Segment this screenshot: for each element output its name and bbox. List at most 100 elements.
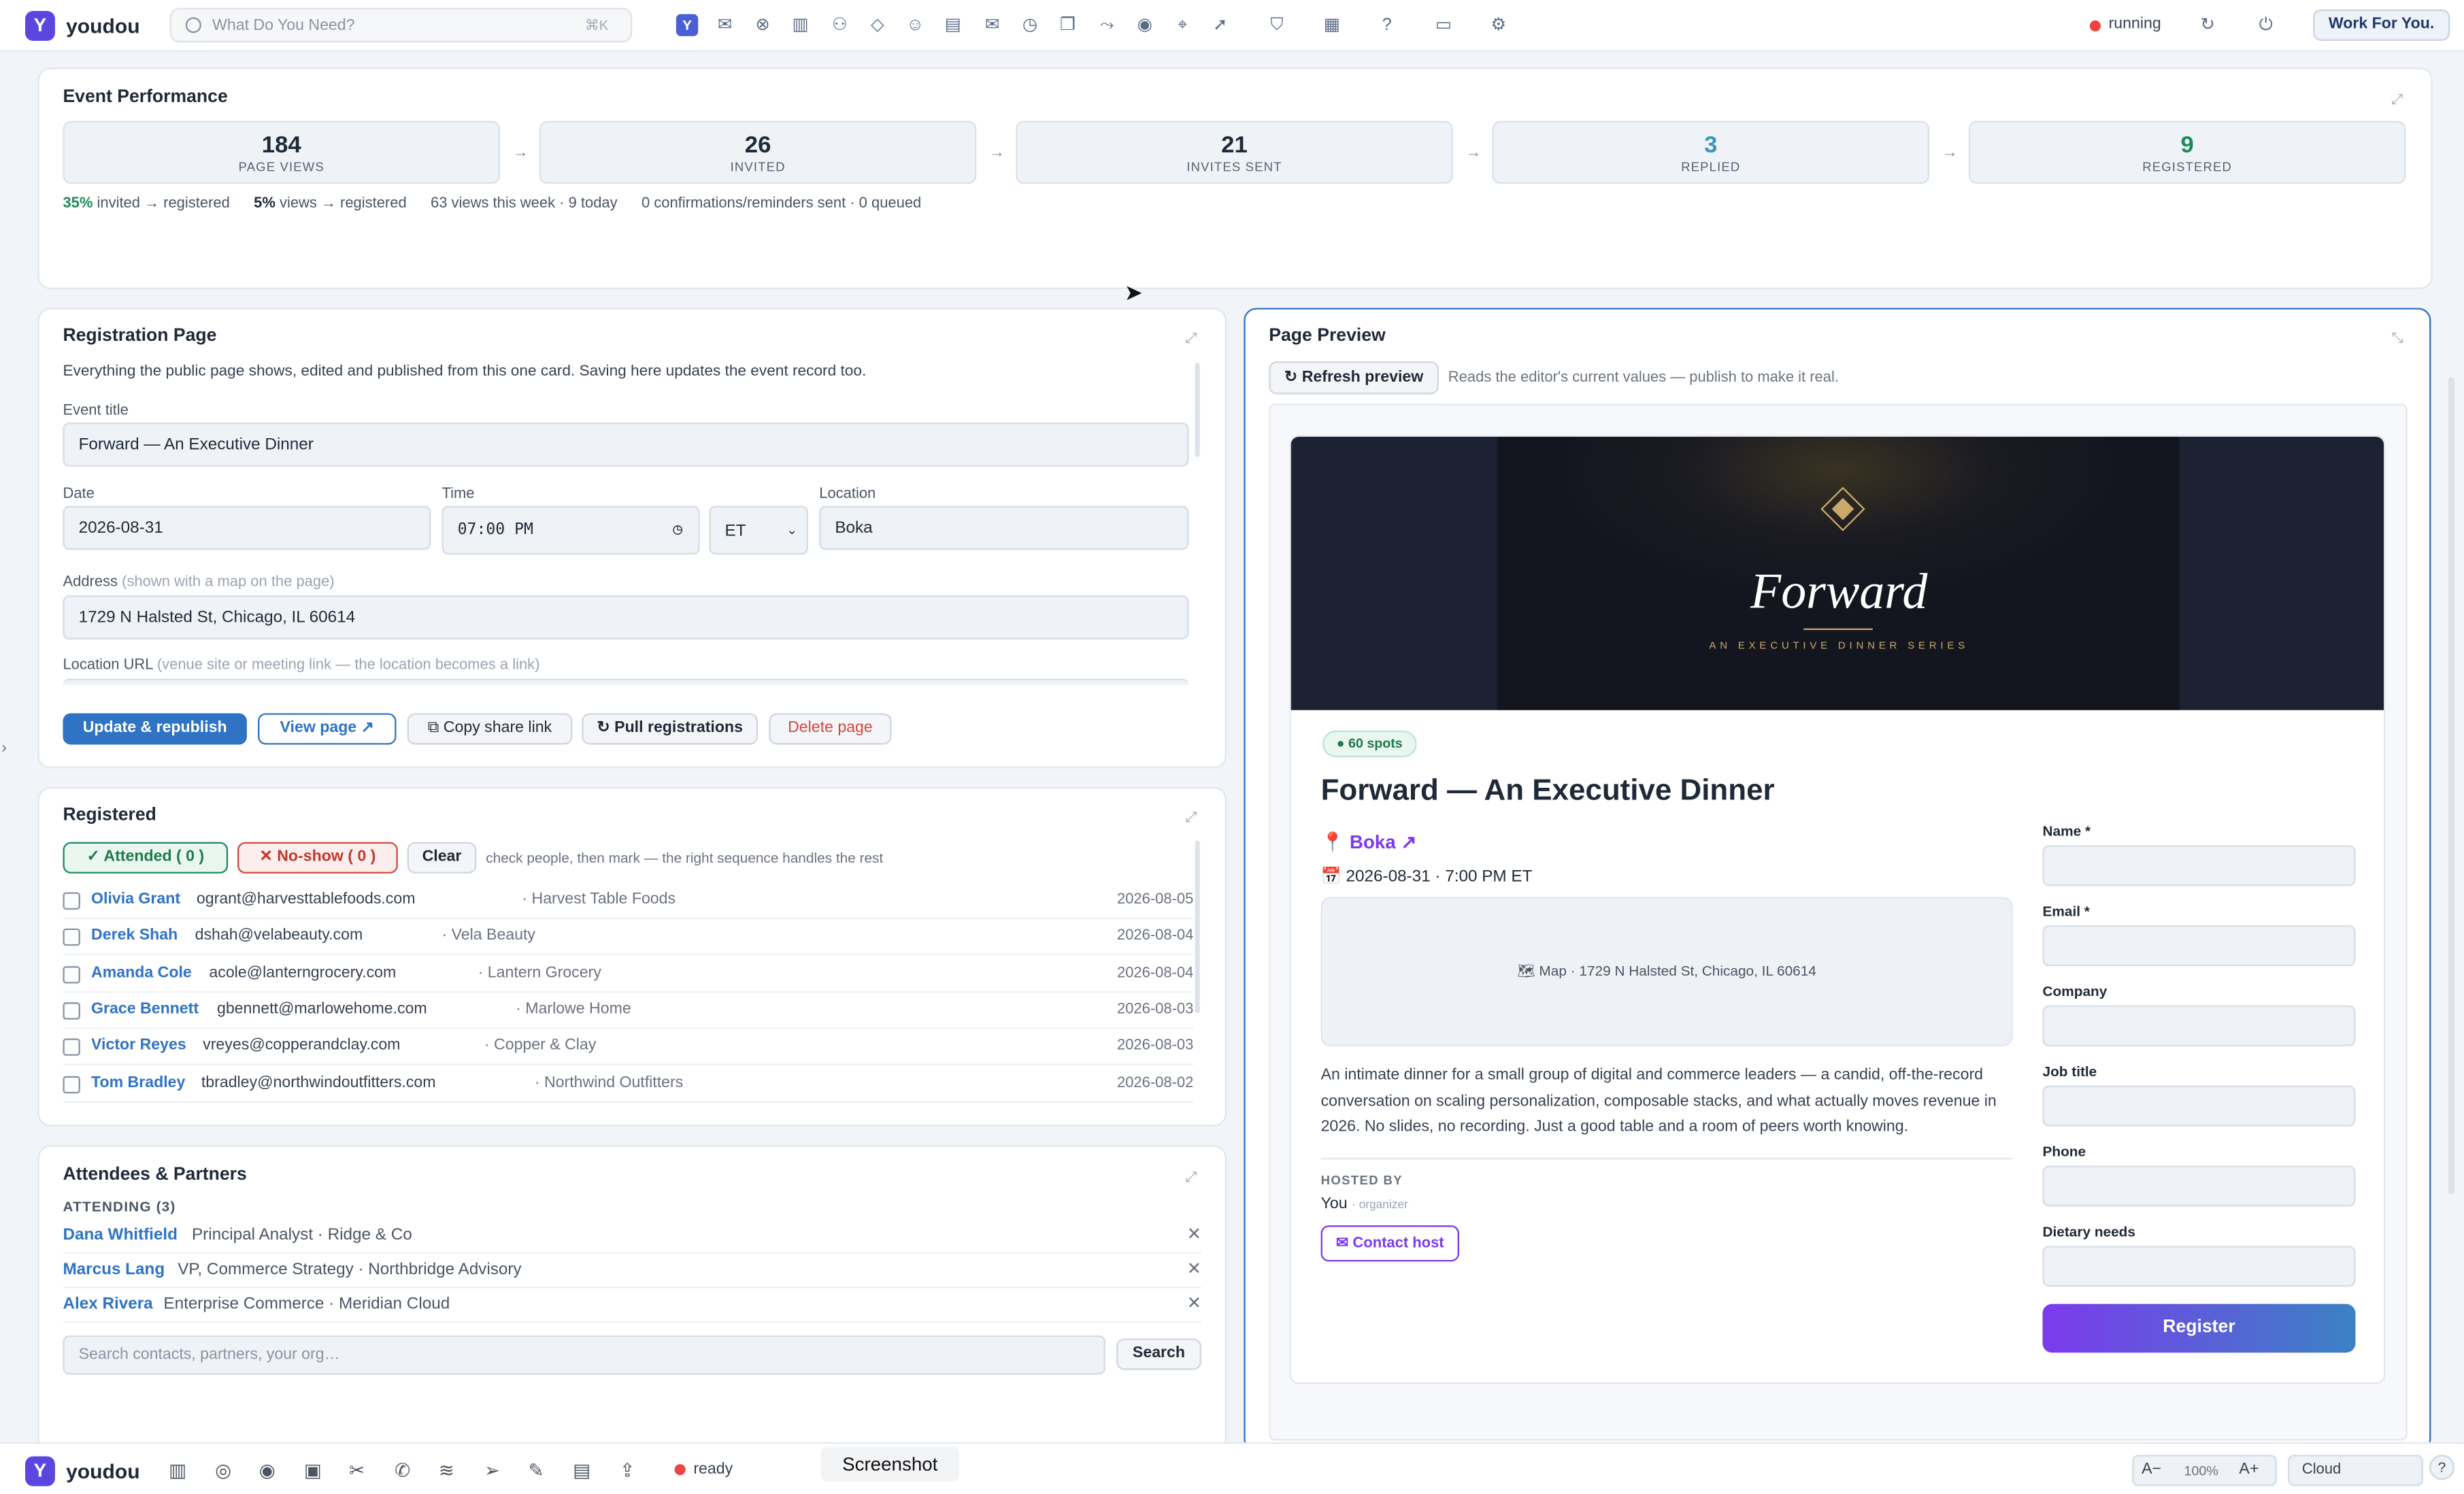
registrant-name[interactable]: Grace Bennett (91, 993, 199, 1027)
event-title-input[interactable]: Forward — An Executive Dinner (63, 422, 1189, 467)
address-input[interactable]: 1729 N Halsted St, Chicago, IL 60614 (63, 595, 1189, 640)
row-checkbox[interactable] (63, 892, 80, 910)
chart-icon[interactable]: ▤ (942, 14, 964, 36)
form-field-input[interactable] (2042, 845, 2356, 886)
clock-icon[interactable]: ◷ (1019, 14, 1041, 36)
handshake-icon[interactable]: ☺ (904, 14, 926, 36)
chart-icon[interactable]: ▥ (167, 1459, 188, 1481)
gear-icon[interactable]: ⚙ (1488, 14, 1510, 36)
zoom-out-button[interactable]: A− (2142, 1461, 2161, 1478)
row-checkbox[interactable] (63, 1038, 80, 1057)
people-icon[interactable]: ⚇ (829, 14, 850, 36)
registrant-name[interactable]: Amanda Cole (91, 956, 192, 991)
clock-icon[interactable]: ◷ (673, 508, 682, 554)
attendee-search-input[interactable]: Search contacts, partners, your org… (63, 1335, 1105, 1375)
expand-icon[interactable]: ⤢ (1186, 1169, 1197, 1186)
layers-icon[interactable]: ≋ (435, 1459, 457, 1481)
remove-attendee-icon[interactable]: ✕ (1187, 1219, 1201, 1252)
registrant-name[interactable]: Tom Bradley (91, 1066, 185, 1101)
help-icon[interactable]: ? (1376, 14, 1397, 36)
copy-icon[interactable]: ❐ (1056, 14, 1078, 36)
expand-icon[interactable]: ⤢ (2392, 91, 2403, 108)
attendee-name[interactable]: Dana Whitfield (63, 1219, 178, 1252)
contact-host-button[interactable]: ✉ Contact host (1320, 1225, 1459, 1262)
power-icon[interactable]: ⏻ (2255, 14, 2277, 36)
location-input[interactable]: Boka (819, 505, 1189, 550)
hero-divider (1803, 628, 1873, 630)
app-logo[interactable]: Y (24, 11, 55, 42)
folder-icon[interactable]: ▭ (1433, 14, 1454, 36)
target-icon[interactable]: ◉ (256, 1459, 278, 1481)
attendee-name[interactable]: Marcus Lang (63, 1254, 165, 1286)
apps-icon[interactable]: ⊗ (752, 14, 773, 36)
upload-icon[interactable]: ⇪ (616, 1459, 638, 1481)
building-icon[interactable]: ▥ (789, 14, 811, 36)
delete-page-button[interactable]: Delete page (769, 713, 892, 745)
date-input[interactable]: 2026-08-31 (63, 505, 431, 550)
copy-share-link-button[interactable]: ⧉ Copy share link (407, 713, 573, 745)
mail-icon[interactable]: ✉ (981, 14, 1003, 36)
eye-icon[interactable]: ◉ (1134, 14, 1156, 36)
expand-icon[interactable]: ⤢ (1186, 330, 1197, 347)
timezone-select[interactable]: ET ⌄ (709, 505, 809, 555)
sidebar-toggle-icon[interactable]: › (1, 740, 7, 757)
form-scrollbar[interactable] (1195, 363, 1200, 457)
registrant-name[interactable]: Derek Shah (91, 920, 178, 954)
mark-attended-button[interactable]: ✓ Attended ( 0 ) (63, 842, 229, 874)
registered-scrollbar[interactable] (1195, 840, 1200, 1014)
phone-icon[interactable]: ✆ (392, 1459, 414, 1481)
form-field-input[interactable] (2042, 1005, 2356, 1046)
pen-icon[interactable]: ✎ (525, 1459, 547, 1481)
row-checkbox[interactable] (63, 929, 80, 946)
clipboard-icon[interactable]: ▦ (1321, 14, 1343, 36)
remove-attendee-icon[interactable]: ✕ (1187, 1254, 1201, 1286)
remove-attendee-icon[interactable]: ✕ (1187, 1289, 1201, 1321)
preview-location-link[interactable]: 📍 Boka ↗ (1321, 831, 1417, 853)
bottom-logo[interactable]: Y (24, 1456, 55, 1487)
refresh-preview-button[interactable]: ↻ Refresh preview (1269, 361, 1439, 395)
row-checkbox[interactable] (63, 965, 80, 983)
form-field-input[interactable] (2042, 1085, 2356, 1127)
preview-map[interactable]: 🗺 Map · 1729 N Halsted St, Chicago, IL 6… (1320, 897, 2013, 1046)
arrow-right-icon: → (988, 144, 1005, 162)
global-search[interactable]: What Do You Need? ⌘K (169, 7, 633, 43)
registrant-name[interactable]: Victor Reyes (91, 1029, 186, 1064)
megaphone-icon[interactable]: ⌖ (1171, 14, 1193, 36)
help-button[interactable]: ? (2429, 1455, 2455, 1480)
form-field-input[interactable] (2042, 1165, 2356, 1207)
attendee-search-button[interactable]: Search (1116, 1338, 1201, 1370)
attendee-name[interactable]: Alex Rivera (63, 1289, 152, 1321)
refresh-icon[interactable]: ↻ (2197, 14, 2218, 36)
send-icon[interactable]: ➢ (481, 1459, 503, 1481)
gem-icon[interactable]: ◇ (867, 14, 888, 36)
time-input[interactable]: 07:00 PM ◷ (442, 505, 700, 555)
home-icon[interactable]: Y (676, 14, 699, 37)
scissors-icon[interactable]: ✂ (346, 1459, 368, 1481)
chip-icon[interactable]: ▣ (302, 1459, 324, 1481)
row-checkbox[interactable] (63, 1075, 80, 1093)
pull-registrations-button[interactable]: ↻ Pull registrations (582, 713, 759, 745)
time-value: 07:00 PM (457, 521, 533, 540)
zoom-in-button[interactable]: A+ (2239, 1461, 2259, 1478)
analytics-icon[interactable]: ▤ (571, 1459, 593, 1481)
expand-icon[interactable]: ⤢ (1186, 809, 1197, 826)
form-field-input[interactable] (2042, 925, 2356, 967)
row-checkbox[interactable] (63, 1002, 80, 1020)
register-button[interactable]: Register (2042, 1304, 2356, 1353)
location-url-input[interactable] (63, 678, 1189, 685)
inbox-icon[interactable]: ✉ (714, 14, 735, 36)
clear-button[interactable]: Clear (407, 842, 477, 874)
page-scrollbar[interactable] (2448, 377, 2455, 1194)
shield-icon[interactable]: ⛉ (1266, 14, 1288, 36)
check-circle-icon[interactable]: ◎ (212, 1459, 234, 1481)
form-field-input[interactable] (2042, 1246, 2356, 1287)
registrant-name[interactable]: Olivia Grant (91, 883, 180, 918)
view-page-button[interactable]: View page ↗ (258, 713, 397, 745)
update-republish-button[interactable]: Update & republish (63, 713, 247, 745)
mark-noshow-button[interactable]: ✕ No-show ( 0 ) (237, 842, 398, 874)
collapse-icon[interactable]: ⤡ (2392, 330, 2403, 347)
share-icon[interactable]: ⤳ (1096, 14, 1118, 36)
cloud-select[interactable]: Cloud (2288, 1455, 2423, 1487)
rocket-icon[interactable]: ➚ (1209, 14, 1231, 36)
work-for-you-button[interactable]: Work For You. (2313, 9, 2450, 42)
